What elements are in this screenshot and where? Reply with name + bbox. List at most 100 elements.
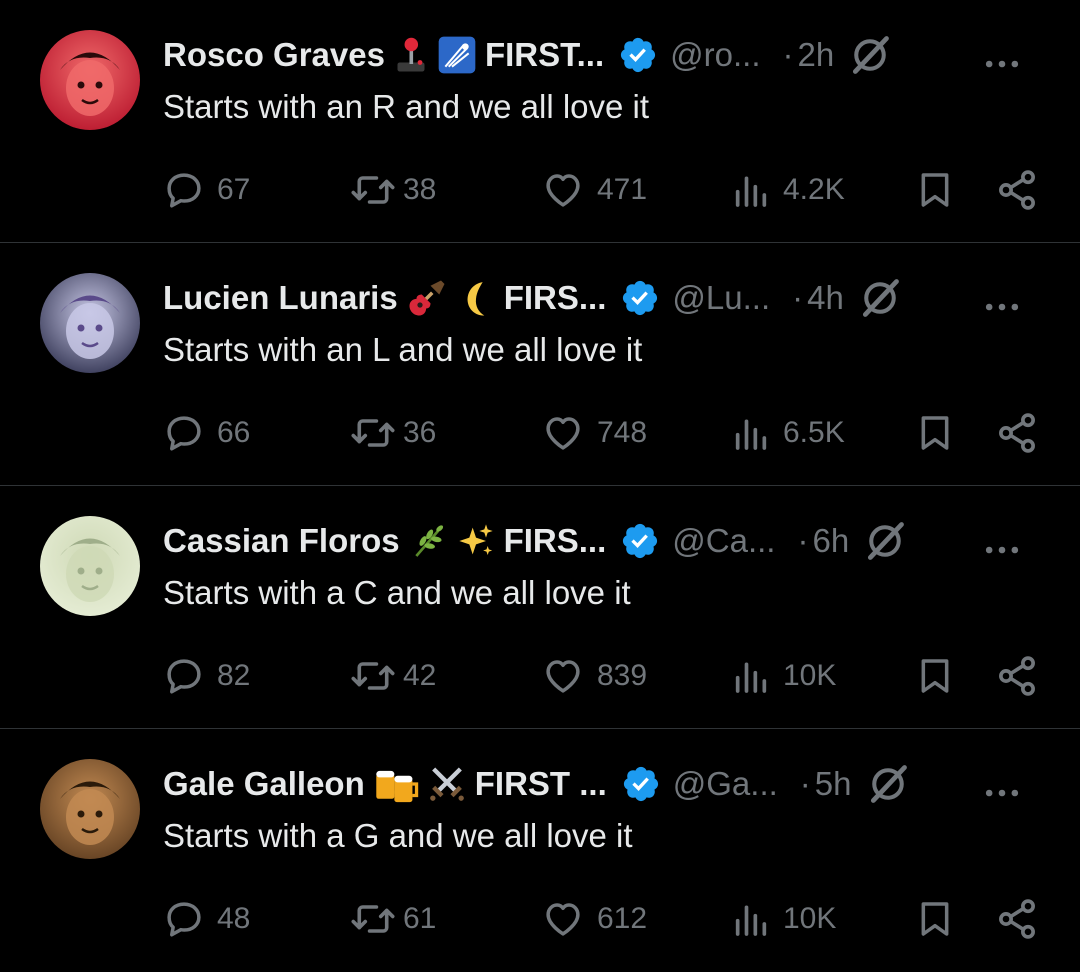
grok-icon[interactable] (863, 519, 907, 563)
reply-button[interactable]: 82 (163, 651, 250, 701)
username-handle[interactable]: @Lu... (672, 279, 770, 317)
timestamp[interactable]: 4h (807, 279, 844, 317)
like-count: 612 (597, 902, 648, 935)
avatar[interactable] (40, 516, 140, 616)
verified-badge-icon[interactable] (620, 278, 660, 318)
like-count: 839 (597, 659, 648, 692)
verified-badge-icon[interactable] (618, 35, 658, 75)
avatar[interactable] (40, 273, 140, 373)
grok-icon[interactable] (858, 276, 902, 320)
display-name-suffix[interactable]: FIRS... (504, 522, 607, 560)
display-name-suffix[interactable]: FIRST ... (475, 765, 607, 803)
tweet[interactable]: Cassian Floros FIRS... @Ca... · 6h Start… (0, 486, 1080, 729)
timestamp[interactable]: 6h (812, 522, 849, 560)
share-button[interactable] (995, 165, 1039, 215)
tweet[interactable]: Lucien Lunaris FIRS... @Lu... · 4h Start… (0, 243, 1080, 486)
repost-count: 38 (403, 173, 437, 206)
display-name[interactable]: Gale Galleon (163, 765, 365, 803)
display-name-suffix[interactable]: FIRS... (504, 279, 607, 317)
views-icon (731, 169, 771, 211)
more-options-icon[interactable] (980, 771, 1024, 815)
grok-icon[interactable] (866, 762, 910, 806)
like-button[interactable]: 471 (541, 165, 647, 215)
repost-button[interactable]: 36 (349, 408, 436, 458)
grok-icon[interactable] (848, 33, 892, 77)
timestamp[interactable]: 5h (815, 765, 852, 803)
repost-button[interactable]: 61 (349, 894, 436, 944)
reply-button[interactable]: 48 (163, 894, 250, 944)
timeline-feed: Rosco Graves FIRST... @ro... · 2h Starts… (0, 0, 1080, 972)
heart-icon (541, 169, 585, 211)
bookmark-icon (915, 168, 955, 212)
bookmark-button[interactable] (915, 651, 955, 701)
display-name[interactable]: Cassian Floros (163, 522, 400, 560)
avatar[interactable] (40, 30, 140, 130)
separator-dot: · (799, 765, 811, 802)
verified-badge-icon[interactable] (621, 764, 661, 804)
like-button[interactable]: 612 (541, 894, 647, 944)
repost-icon (349, 655, 397, 697)
reply-count: 48 (217, 902, 251, 935)
display-name[interactable]: Lucien Lunaris (163, 279, 398, 317)
bookmark-icon (915, 897, 955, 941)
username-handle[interactable]: @Ca... (672, 522, 775, 560)
more-options-icon[interactable] (980, 285, 1024, 329)
username-handle[interactable]: @Ga... (673, 765, 778, 803)
crescent-moon-icon (456, 278, 496, 318)
more-options-icon[interactable] (980, 42, 1024, 86)
tweet[interactable]: Rosco Graves FIRST... @ro... · 2h Starts… (0, 0, 1080, 243)
views-icon (731, 655, 771, 697)
more-options-icon[interactable] (980, 528, 1024, 572)
reply-button[interactable]: 67 (163, 165, 250, 215)
views-button[interactable]: 10K (731, 894, 836, 944)
like-button[interactable]: 839 (541, 651, 647, 701)
timestamp[interactable]: 2h (798, 36, 835, 74)
heart-icon (541, 655, 585, 697)
tweet-text: Starts with a G and we all love it (163, 817, 633, 854)
repost-button[interactable]: 38 (349, 165, 436, 215)
separator-dot: · (792, 279, 804, 316)
views-count: 4.2K (783, 173, 845, 206)
action-bar: 82 42 839 10K (163, 651, 1040, 701)
action-bar: 66 36 748 6.5K (163, 408, 1040, 458)
share-button[interactable] (995, 894, 1039, 944)
reply-button[interactable]: 66 (163, 408, 250, 458)
like-count: 748 (597, 416, 648, 449)
guitar-icon (406, 277, 448, 319)
reply-count: 82 (217, 659, 251, 692)
action-bar: 48 61 612 10K (163, 894, 1040, 944)
verified-badge-icon[interactable] (620, 521, 660, 561)
views-button[interactable]: 4.2K (731, 165, 845, 215)
repost-icon (349, 412, 397, 454)
avatar[interactable] (40, 759, 140, 859)
tweet-text: Starts with an R and we all love it (163, 88, 650, 125)
bookmark-button[interactable] (915, 894, 955, 944)
views-count: 10K (783, 902, 837, 935)
views-icon (731, 898, 771, 940)
repost-count: 61 (403, 902, 437, 935)
tweet-header: Lucien Lunaris FIRS... @Lu... · 4h (163, 273, 1052, 323)
like-button[interactable]: 748 (541, 408, 647, 458)
separator-dot: · (782, 36, 794, 73)
bookmark-button[interactable] (915, 408, 955, 458)
reply-icon (163, 655, 205, 697)
reply-icon (163, 169, 205, 211)
views-button[interactable]: 10K (731, 651, 836, 701)
heart-icon (541, 898, 585, 940)
display-name-suffix[interactable]: FIRST... (485, 36, 604, 74)
share-icon (995, 654, 1039, 698)
beer-mugs-icon (373, 764, 419, 804)
bookmark-button[interactable] (915, 165, 955, 215)
username-handle[interactable]: @ro... (670, 36, 760, 74)
repost-button[interactable]: 42 (349, 651, 436, 701)
herb-icon (408, 521, 448, 561)
share-button[interactable] (995, 651, 1039, 701)
views-count: 10K (783, 659, 837, 692)
tweet[interactable]: Gale Galleon FIRST ... @Ga... · 5h Start… (0, 729, 1080, 972)
repost-count: 42 (403, 659, 437, 692)
tweet-header: Rosco Graves FIRST... @ro... · 2h (163, 30, 1052, 80)
display-name[interactable]: Rosco Graves (163, 36, 385, 74)
reply-count: 66 (217, 416, 251, 449)
views-button[interactable]: 6.5K (731, 408, 845, 458)
share-button[interactable] (995, 408, 1039, 458)
